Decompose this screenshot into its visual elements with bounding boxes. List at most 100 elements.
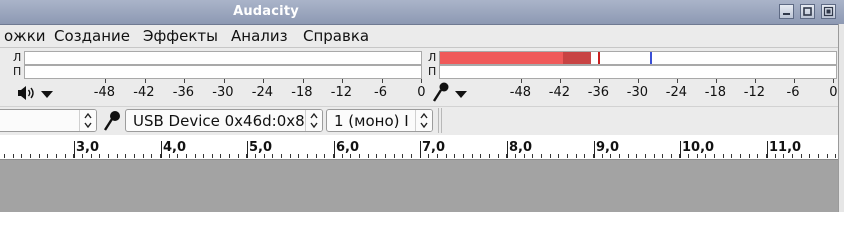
ruler-minor-tick xyxy=(290,154,291,158)
device-toolbar: USB Device 0x46d:0x8 1 (моно) I xyxy=(0,106,844,135)
ruler-minor-tick xyxy=(740,154,741,158)
ruler-minor-tick xyxy=(498,154,499,158)
ruler-time-label: 11,0 xyxy=(769,140,802,155)
track-area[interactable] xyxy=(0,160,838,212)
ruler-minor-tick xyxy=(628,154,629,158)
ruler-minor-tick xyxy=(376,154,377,158)
ruler-minor-tick xyxy=(324,154,325,158)
recording-scale-label: -42 xyxy=(548,85,570,100)
maximize-button[interactable] xyxy=(800,4,815,19)
ruler-minor-tick xyxy=(619,154,620,158)
ruler-time-label: 8,0 xyxy=(509,140,533,155)
recording-scale-tick xyxy=(833,79,834,83)
ruler-minor-tick xyxy=(809,154,810,158)
minimize-button[interactable] xyxy=(779,4,794,19)
ruler-minor-tick xyxy=(489,154,490,158)
ruler-minor-tick xyxy=(567,154,568,158)
recording-dropdown-arrow-icon[interactable] xyxy=(454,90,468,99)
recording-scale-label: 0 xyxy=(829,85,838,100)
ruler-minor-tick xyxy=(636,154,637,158)
ruler-minor-tick xyxy=(731,154,732,158)
playback-scale-tick xyxy=(105,79,106,83)
playback-scale-tick xyxy=(223,79,225,83)
menu-bar: ожки Создание Эффекты Анализ Справка xyxy=(0,25,844,48)
ruler-minor-tick xyxy=(307,154,308,158)
recording-scale-tick xyxy=(755,79,756,83)
ruler-major-tick xyxy=(767,141,768,158)
ruler-time-label: 6,0 xyxy=(336,140,360,155)
ruler-minor-tick xyxy=(446,154,447,158)
menu-tracks[interactable]: ожки xyxy=(4,27,46,45)
ruler-minor-tick xyxy=(835,154,836,158)
recording-scale-tick xyxy=(638,79,639,83)
ruler-minor-tick xyxy=(359,154,360,158)
timeline-ruler[interactable]: 3,0 4,0 5,0 6,0 7,0 8,0 9,0 10,0 11,0 xyxy=(0,135,844,160)
input-device-select[interactable]: USB Device 0x46d:0x8 xyxy=(125,109,323,132)
ruler-minor-tick xyxy=(125,154,126,158)
playback-meter-left[interactable] xyxy=(24,51,422,65)
window-title: Audacity xyxy=(233,4,299,19)
ruler-major-tick xyxy=(507,141,508,158)
menu-help[interactable]: Справка xyxy=(303,27,369,45)
updown-arrows-icon xyxy=(84,112,92,129)
playback-scale-label: -30 xyxy=(212,85,234,100)
microphone-icon[interactable] xyxy=(432,82,450,104)
ruler-minor-tick xyxy=(21,154,22,158)
ruler-minor-tick xyxy=(47,154,48,158)
ruler-minor-tick xyxy=(645,154,646,158)
toolbar-divider xyxy=(441,108,442,133)
ruler-time-label: 5,0 xyxy=(249,140,273,155)
ruler-minor-tick xyxy=(39,154,40,158)
playback-dropdown-arrow-icon[interactable] xyxy=(40,90,54,99)
ruler-minor-tick xyxy=(13,154,14,158)
ruler-minor-tick xyxy=(99,154,100,158)
playback-scale-label: -18 xyxy=(291,85,313,100)
updown-arrows-icon xyxy=(420,112,428,129)
speaker-icon[interactable] xyxy=(16,85,36,101)
recording-scale-label: -24 xyxy=(665,85,687,100)
ruler-minor-tick xyxy=(411,154,412,158)
ruler-minor-tick xyxy=(229,154,230,158)
ruler-minor-tick xyxy=(550,154,551,158)
recording-clip-marker xyxy=(650,52,652,64)
input-channels-select[interactable]: 1 (моно) I xyxy=(326,109,433,132)
updown-arrows-icon xyxy=(310,112,318,129)
audio-host-select[interactable] xyxy=(0,109,97,132)
recording-hold-marker xyxy=(598,52,600,64)
title-bar: Audacity xyxy=(0,0,844,25)
ruler-minor-tick xyxy=(558,154,559,158)
ruler-minor-tick xyxy=(654,154,655,158)
menu-effects[interactable]: Эффекты xyxy=(143,27,218,45)
ruler-minor-tick xyxy=(723,154,724,158)
ruler-major-tick xyxy=(420,141,421,158)
recording-meter-left[interactable] xyxy=(439,51,837,65)
ruler-minor-tick xyxy=(463,154,464,158)
ruler-major-tick xyxy=(161,141,162,158)
recording-left-channel-label: Л xyxy=(428,51,437,64)
playback-left-channel-label: Л xyxy=(13,51,22,64)
playback-scale-tick xyxy=(263,79,264,83)
ruler-minor-tick xyxy=(65,154,66,158)
recording-scale-tick xyxy=(599,79,600,83)
ruler-minor-tick xyxy=(532,154,533,158)
playback-meter-right[interactable] xyxy=(24,65,422,79)
ruler-minor-tick xyxy=(151,154,152,158)
ruler-minor-tick xyxy=(714,154,715,158)
close-button[interactable] xyxy=(821,4,836,19)
recording-scale-tick xyxy=(560,79,561,83)
menu-generate[interactable]: Создание xyxy=(54,27,130,45)
ruler-minor-tick xyxy=(584,154,585,158)
playback-scale-label: -42 xyxy=(133,85,155,100)
recording-meter-right[interactable] xyxy=(439,65,837,79)
ruler-minor-tick xyxy=(272,154,273,158)
maximize-icon xyxy=(803,7,812,16)
input-device-value: USB Device 0x46d:0x8 xyxy=(133,112,305,130)
ruler-minor-tick xyxy=(385,154,386,158)
menu-analyze[interactable]: Анализ xyxy=(231,27,288,45)
ruler-minor-tick xyxy=(298,154,299,158)
recording-scale-label: -6 xyxy=(786,85,800,100)
audacity-window: Audacity ожки Создание Эффекты Анализ Сп… xyxy=(0,0,844,212)
playback-scale-label: -6 xyxy=(374,85,387,100)
ruler-minor-tick xyxy=(56,154,57,158)
window-right-border xyxy=(838,24,844,212)
